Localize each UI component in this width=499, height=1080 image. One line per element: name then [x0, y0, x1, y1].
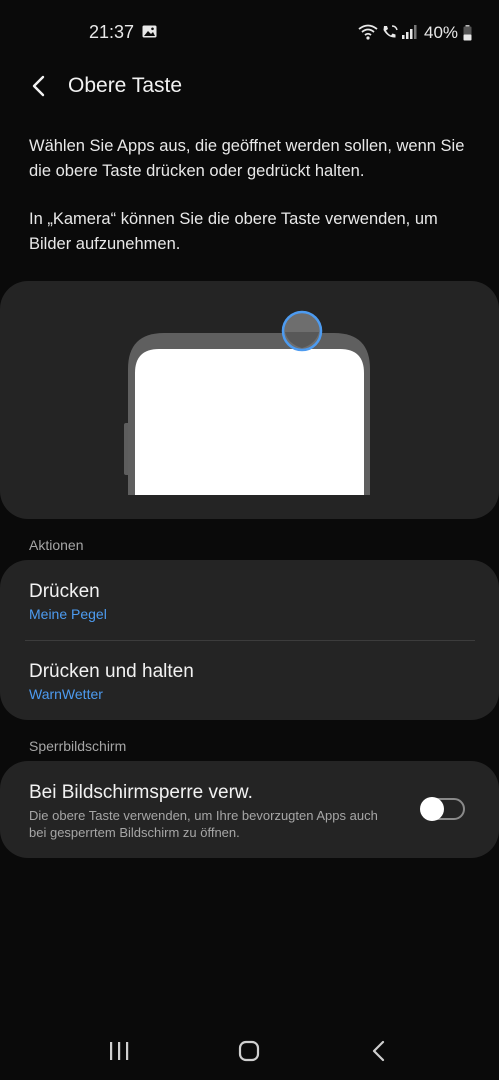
- page-title: Obere Taste: [68, 74, 183, 97]
- back-chevron-icon: [32, 75, 45, 97]
- signal-icon: [401, 24, 418, 45]
- press-hold-action-value: WarnWetter: [29, 686, 103, 702]
- actions-card: Drücken Meine Pegel Drücken und halten W…: [0, 560, 499, 720]
- system-nav-bar: [0, 1024, 499, 1080]
- description-text: Wählen Sie Apps aus, die geöffnet werden…: [29, 137, 465, 180]
- lock-screen-setting-description: Die obere Taste verwenden, um Ihre bevor…: [29, 808, 378, 840]
- lock-screen-setting-title: Bei Bildschirmsperre verw.: [29, 782, 253, 803]
- press-hold-action-title: Drücken und halten: [29, 661, 194, 682]
- section-label-actions: Aktionen: [29, 537, 84, 553]
- battery-icon: [463, 25, 472, 46]
- recents-icon: [110, 1042, 129, 1060]
- lock-screen-setting-row[interactable]: Bei Bildschirmsperre verw. Die obere Tas…: [0, 761, 499, 858]
- status-time: 21:37: [89, 22, 135, 42]
- camera-hint-text: In „Kamera“ können Sie die obere Taste v…: [29, 210, 438, 253]
- top-key-illustration: [0, 281, 499, 519]
- lock-screen-card: Bei Bildschirmsperre verw. Die obere Tas…: [0, 761, 499, 858]
- press-action-value: Meine Pegel: [29, 606, 107, 622]
- home-button[interactable]: [229, 1036, 269, 1066]
- home-icon: [238, 1040, 260, 1062]
- status-bar: 21:37 40%: [0, 0, 499, 66]
- recents-button[interactable]: [99, 1036, 139, 1066]
- press-hold-action-row[interactable]: Drücken und halten WarnWetter: [0, 640, 499, 720]
- phone-illustration: [124, 310, 370, 495]
- section-label-lock-screen: Sperrbildschirm: [29, 738, 127, 754]
- press-action-row[interactable]: Drücken Meine Pegel: [0, 560, 499, 640]
- app-header: Obere Taste: [0, 66, 499, 106]
- nav-back-button[interactable]: [359, 1036, 399, 1066]
- toggle-knob: [420, 797, 444, 821]
- back-button[interactable]: [26, 72, 54, 100]
- lock-screen-toggle[interactable]: [420, 797, 465, 821]
- image-icon: [142, 25, 157, 43]
- wifi-icon: [358, 24, 378, 45]
- wifi-call-icon: [381, 24, 399, 45]
- battery-percentage: 40%: [424, 23, 459, 42]
- back-icon: [372, 1040, 385, 1062]
- press-action-title: Drücken: [29, 581, 100, 602]
